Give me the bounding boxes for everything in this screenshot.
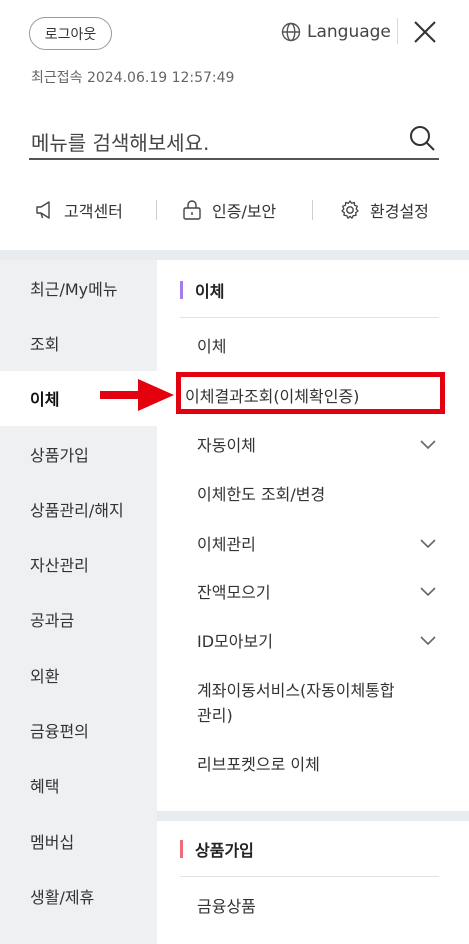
nav-item-asset-management[interactable]: 자산관리 bbox=[0, 536, 157, 591]
customer-center-label: 고객센터 bbox=[64, 202, 123, 221]
nav-item-product-management[interactable]: 상품관리/해지 bbox=[0, 481, 157, 536]
gear-icon bbox=[341, 200, 359, 219]
customer-center-link[interactable]: 고객센터 bbox=[35, 193, 123, 227]
nav-item-financial-convenience[interactable]: 금융편의 bbox=[0, 702, 157, 757]
section-gap bbox=[157, 811, 469, 821]
section-header-product-signup: 상품가입 bbox=[180, 821, 439, 877]
nav-item-foreign-exchange[interactable]: 외환 bbox=[0, 647, 157, 702]
nav-item-lifestyle-partner[interactable]: 생활/제휴 bbox=[0, 868, 157, 923]
auth-security-label: 인증/보안 bbox=[212, 202, 277, 221]
chevron-down-icon[interactable] bbox=[419, 438, 437, 452]
quick-divider bbox=[156, 200, 157, 220]
submenu-item-id-overview[interactable]: ID모아보기 bbox=[197, 629, 273, 654]
search-placeholder: 메뉴를 검색해보세요. bbox=[31, 131, 210, 155]
nav-item-membership[interactable]: 멤버십 bbox=[0, 813, 157, 868]
submenu-item-transfer-management[interactable]: 이체관리 bbox=[197, 532, 256, 557]
red-arrow-annotation bbox=[100, 379, 174, 411]
logout-button[interactable]: 로그아웃 bbox=[29, 17, 112, 50]
section-title: 상품가입 bbox=[195, 840, 254, 860]
submenu-item-transfer-limit[interactable]: 이체한도 조회/변경 bbox=[197, 482, 325, 507]
chevron-down-icon[interactable] bbox=[419, 585, 437, 599]
submenu-item-transfer[interactable]: 이체 bbox=[197, 334, 226, 359]
submenu-item-label-line2: 관리) bbox=[197, 706, 233, 725]
globe-icon bbox=[281, 22, 301, 42]
nav-item-product-signup[interactable]: 상품가입 bbox=[0, 426, 157, 481]
submenu-item-balance-collect[interactable]: 잔액모으기 bbox=[197, 580, 271, 605]
section-accent-bar bbox=[180, 280, 183, 299]
submenu-item-auto-transfer[interactable]: 자동이체 bbox=[197, 433, 256, 458]
search-icon[interactable] bbox=[408, 124, 436, 152]
submenu-item-financial-products[interactable]: 금융상품 bbox=[197, 894, 256, 919]
submenu-panel: 이체 이체 이체결과조회(이체확인증) 자동이체 이체한도 조회/변경 이체관리… bbox=[157, 260, 469, 944]
submenu-item-label-line1: 계좌이동서비스(자동이체통합 bbox=[197, 681, 395, 700]
nav-item-inquiry[interactable]: 조회 bbox=[0, 315, 157, 370]
megaphone-icon bbox=[36, 201, 50, 219]
nav-item-utility-bills[interactable]: 공과금 bbox=[0, 592, 157, 647]
auth-security-link[interactable]: 인증/보안 bbox=[181, 193, 276, 227]
settings-label: 환경설정 bbox=[370, 202, 429, 221]
section-accent-bar bbox=[180, 839, 183, 858]
lock-icon bbox=[183, 200, 201, 220]
submenu-item-account-switch[interactable]: 계좌이동서비스(자동이체통합 관리) bbox=[197, 678, 395, 728]
last-login-text: 최근접속 2024.06.19 12:57:49 bbox=[31, 70, 235, 86]
settings-link[interactable]: 환경설정 bbox=[339, 193, 429, 227]
chevron-down-icon[interactable] bbox=[419, 537, 437, 551]
section-header-transfer: 이체 bbox=[180, 262, 439, 318]
quick-divider bbox=[312, 200, 313, 220]
language-label: Language bbox=[307, 22, 391, 42]
section-title: 이체 bbox=[195, 281, 225, 301]
close-icon[interactable] bbox=[412, 19, 438, 45]
category-nav: 최근/My메뉴 조회 이체 상품가입 상품관리/해지 자산관리 공과금 외환 금… bbox=[0, 260, 157, 944]
menu-search-input[interactable]: 메뉴를 검색해보세요. bbox=[29, 118, 439, 160]
header-divider bbox=[397, 18, 398, 44]
quick-links: 고객센터 인증/보안 환경설정 bbox=[0, 193, 469, 227]
submenu-item-liiv-pocket[interactable]: 리브포켓으로 이체 bbox=[197, 752, 320, 777]
highlight-box bbox=[176, 372, 445, 414]
section-divider bbox=[0, 250, 469, 260]
chevron-down-icon[interactable] bbox=[419, 634, 437, 648]
language-button[interactable]: Language bbox=[281, 20, 391, 44]
menu-header: 로그아웃 Language 최근접속 2024.06.19 12:57:49 메… bbox=[0, 0, 469, 250]
nav-item-recent-my-menu[interactable]: 최근/My메뉴 bbox=[0, 260, 157, 315]
nav-item-benefits[interactable]: 혜택 bbox=[0, 758, 157, 813]
